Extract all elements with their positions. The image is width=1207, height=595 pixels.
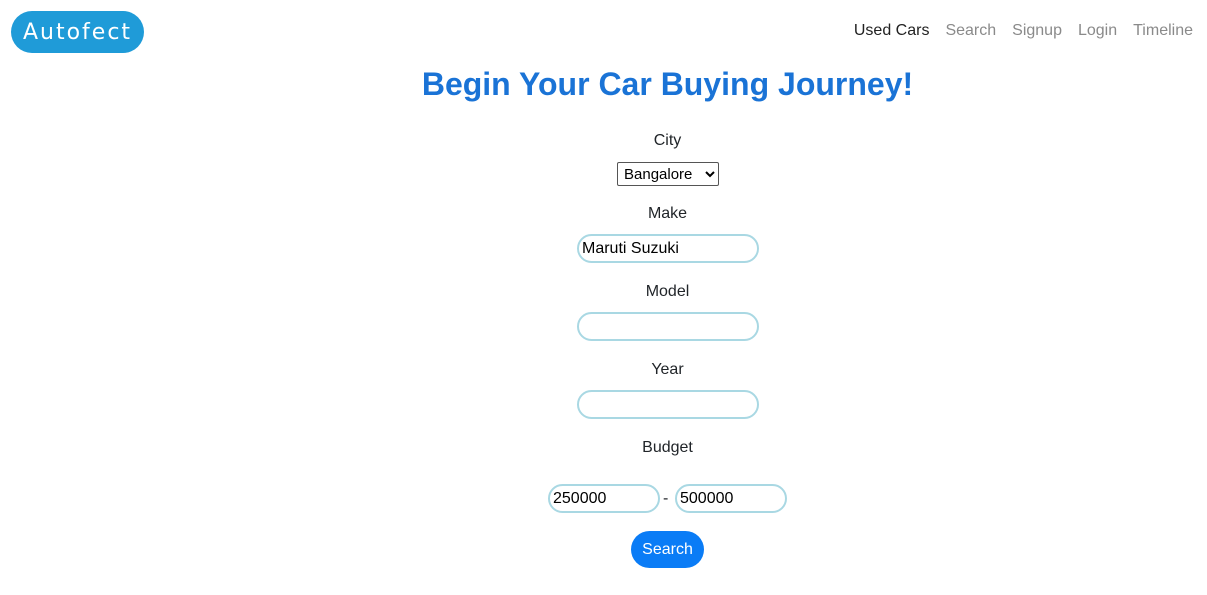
page-title: Begin Your Car Buying Journey! [421, 66, 914, 102]
budget-min-input[interactable] [548, 484, 660, 513]
budget-separator: - [663, 490, 669, 507]
nav-item-signup[interactable]: Signup [1004, 20, 1070, 42]
city-label: City [653, 132, 682, 149]
model-input[interactable] [577, 312, 759, 341]
model-label: Model [645, 283, 690, 300]
year-input[interactable] [577, 390, 759, 419]
budget-max-input[interactable] [675, 484, 787, 513]
page: Autofect Used Cars Search Signup Login T… [0, 0, 1207, 595]
budget-label: Budget [642, 439, 693, 456]
nav-item-used-cars[interactable]: Used Cars [846, 20, 938, 42]
navbar: Autofect Used Cars Search Signup Login T… [0, 0, 1207, 64]
year-label: Year [651, 361, 684, 378]
nav-item-login[interactable]: Login [1070, 20, 1125, 42]
city-select[interactable]: Bangalore [617, 162, 719, 186]
brand-logo[interactable]: Autofect [11, 11, 144, 53]
nav-item-search[interactable]: Search [937, 20, 1004, 42]
make-input[interactable] [577, 234, 759, 263]
nav-item-timeline[interactable]: Timeline [1125, 20, 1201, 42]
search-button[interactable]: Search [631, 531, 704, 568]
make-label: Make [647, 205, 688, 222]
nav-links: Used Cars Search Signup Login Timeline [846, 20, 1201, 42]
